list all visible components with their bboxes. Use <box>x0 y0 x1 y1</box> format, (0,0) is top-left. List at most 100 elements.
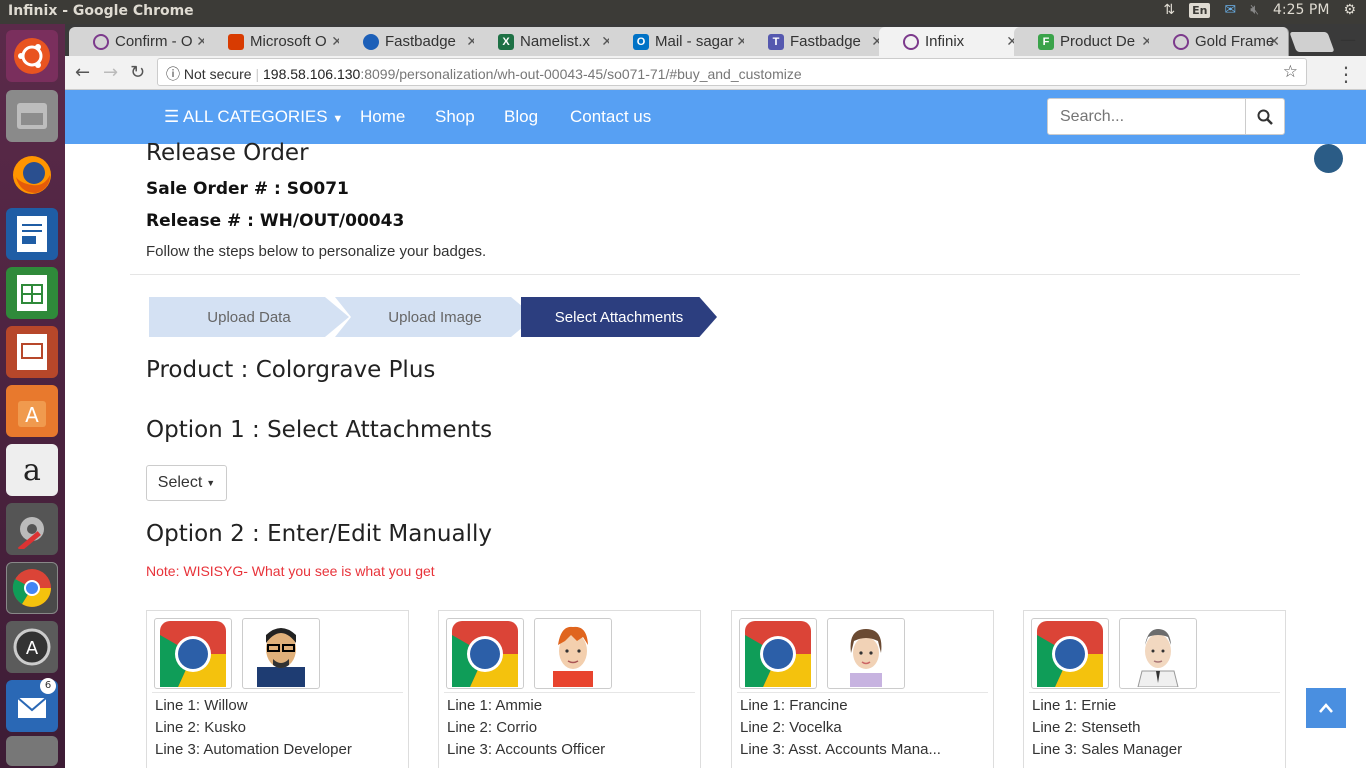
tab-fastbadge-1[interactable]: Fastbadge ✕ <box>339 27 487 56</box>
card-line-1[interactable]: Line 1: Ernie <box>1032 697 1272 714</box>
site-search <box>1047 98 1285 135</box>
nav-contact-link[interactable]: Contact us <box>570 107 651 127</box>
software-center-icon[interactable]: A <box>6 385 58 437</box>
unread-count-badge: 6 <box>40 678 56 694</box>
volume-muted-icon[interactable]: 🔇︎ <box>1250 2 1259 18</box>
card-line-1[interactable]: Line 1: Willow <box>155 697 395 714</box>
chrome-logo-image[interactable] <box>1031 618 1109 689</box>
card-divider <box>737 692 988 693</box>
outlook-icon: O <box>633 34 649 50</box>
line3-value: Asst. Accounts Mana... <box>788 741 941 758</box>
network-icon[interactable]: ⇅ <box>1163 2 1175 18</box>
badge-card[interactable]: Line 1: Ernie Line 2: Stenseth Line 3: S… <box>1023 610 1286 768</box>
firefox-icon[interactable] <box>6 149 58 201</box>
businessman-avatar[interactable] <box>1119 618 1197 689</box>
amazon-icon[interactable]: a <box>6 444 58 496</box>
tab-infinix[interactable]: Infinix ✕ <box>879 27 1027 56</box>
all-categories-dropdown[interactable]: ☰ ALL CATEGORIES ▼ <box>164 107 343 127</box>
tab-gold-frame[interactable]: Gold Frame ✕ <box>1149 27 1289 56</box>
new-tab-button[interactable] <box>1289 32 1335 52</box>
line2-value: Corrio <box>496 719 538 736</box>
nav-shop-link[interactable]: Shop <box>435 107 475 127</box>
card-line-3[interactable]: Line 3: Accounts Officer <box>447 741 687 758</box>
search-input[interactable] <box>1048 99 1246 134</box>
badge-card[interactable]: Line 1: Ammie Line 2: Corrio Line 3: Acc… <box>438 610 701 768</box>
libreoffice-impress-icon[interactable] <box>6 326 58 378</box>
step-select-attachments[interactable]: Select Attachments <box>521 297 717 337</box>
nav-home-link[interactable]: Home <box>360 107 405 127</box>
line1-value: Francine <box>789 697 848 714</box>
redhead-avatar[interactable] <box>534 618 612 689</box>
window-title: Infinix - Google Chrome <box>8 3 194 19</box>
chrome-logo-image[interactable] <box>739 618 817 689</box>
web-page: ☰ ALL CATEGORIES ▼ Home Shop Blog Contac… <box>65 90 1366 768</box>
floating-dot-button[interactable] <box>1314 144 1343 173</box>
scroll-to-top-button[interactable] <box>1306 688 1346 728</box>
card-line-3[interactable]: Line 3: Asst. Accounts Mana... <box>740 741 980 758</box>
attachments-select-dropdown[interactable]: Select ▼ <box>146 465 227 501</box>
menu-kebab-icon[interactable]: ⋮ <box>1336 62 1356 86</box>
tab-microsoft[interactable]: Microsoft O ✕ <box>204 27 352 56</box>
man-glasses-avatar[interactable] <box>242 618 320 689</box>
nav-blog-link[interactable]: Blog <box>504 107 538 127</box>
woman-avatar[interactable] <box>827 618 905 689</box>
mail-icon[interactable]: ✉ <box>1224 2 1236 18</box>
card-line-2[interactable]: Line 2: Corrio <box>447 719 687 736</box>
chrome-logo-image[interactable] <box>446 618 524 689</box>
search-button[interactable] <box>1245 99 1284 134</box>
keyboard-layout-indicator[interactable]: En <box>1189 2 1211 18</box>
sale-order-number: Sale Order # : SO071 <box>146 179 349 199</box>
tab-product[interactable]: F Product De ✕ <box>1014 27 1162 56</box>
card-line-1[interactable]: Line 1: Ammie <box>447 697 687 714</box>
url-path: :8099/personalization/wh-out-00043-45/so… <box>360 66 802 82</box>
line3-value: Accounts Officer <box>495 741 606 758</box>
card-line-2[interactable]: Line 2: Vocelka <box>740 719 980 736</box>
minimize-icon[interactable]: — <box>1340 30 1356 49</box>
release-order-heading: Release Order <box>146 140 309 166</box>
line2-value: Vocelka <box>789 719 842 736</box>
info-icon[interactable]: ⓘ <box>166 66 180 82</box>
address-bar[interactable]: ⓘ Not secure | 198.58.106.130:8099/perso… <box>157 58 1307 86</box>
chevron-up-icon <box>1319 703 1333 713</box>
ubuntu-dash-icon[interactable] <box>6 30 58 82</box>
files-icon[interactable] <box>6 90 58 142</box>
card-line-3[interactable]: Line 3: Sales Manager <box>1032 741 1272 758</box>
settings-gear-icon[interactable]: ⚙ <box>1343 2 1356 18</box>
chrome-logo-image[interactable] <box>154 618 232 689</box>
card-line-3[interactable]: Line 3: Automation Developer <box>155 741 395 758</box>
tab-confirm[interactable]: Confirm - O ✕ <box>69 27 217 56</box>
tab-fastbadge-2[interactable]: T Fastbadge ✕ <box>744 27 892 56</box>
step-upload-data[interactable]: Upload Data <box>149 297 349 337</box>
back-icon[interactable]: ← <box>75 62 90 83</box>
libreoffice-calc-icon[interactable] <box>6 267 58 319</box>
chrome-launcher-icon[interactable] <box>6 562 58 614</box>
reload-icon[interactable]: ↻ <box>130 62 145 83</box>
thunderbird-icon[interactable]: 6 <box>6 678 58 732</box>
card-line-2[interactable]: Line 2: Stenseth <box>1032 719 1272 736</box>
trash-icon[interactable] <box>6 736 58 766</box>
office-icon <box>228 34 244 50</box>
software-updater-icon[interactable]: A <box>6 621 58 673</box>
card-line-1[interactable]: Line 1: Francine <box>740 697 980 714</box>
teams-icon: T <box>768 34 784 50</box>
divider <box>130 274 1300 275</box>
browser-tab-strip: Confirm - O ✕ Microsoft O ✕ Fastbadge ✕ … <box>65 24 1366 56</box>
excel-icon: X <box>498 34 514 50</box>
libreoffice-writer-icon[interactable] <box>6 208 58 260</box>
tab-namelist[interactable]: X Namelist.x ✕ <box>474 27 622 56</box>
badge-card[interactable]: Line 1: Francine Line 2: Vocelka Line 3:… <box>731 610 994 768</box>
forward-icon[interactable]: → <box>103 62 118 83</box>
line2-label: Line 2: <box>1032 719 1078 736</box>
clock[interactable]: 4:25 PM <box>1273 2 1329 18</box>
url-host: 198.58.106.130 <box>263 66 361 82</box>
system-settings-icon[interactable] <box>6 503 58 555</box>
card-line-2[interactable]: Line 2: Kusko <box>155 719 395 736</box>
tab-mail[interactable]: O Mail - sagar ✕ <box>609 27 757 56</box>
hamburger-icon: ☰ <box>164 107 180 126</box>
browser-toolbar: ← → ↻ ⓘ Not secure | 198.58.106.130:8099… <box>65 56 1366 90</box>
step-upload-image[interactable]: Upload Image <box>335 297 535 337</box>
bookmark-star-icon[interactable]: ☆ <box>1283 62 1298 82</box>
tab-close-icon[interactable]: ✕ <box>1268 33 1280 50</box>
badge-card[interactable]: Line 1: Willow Line 2: Kusko Line 3: Aut… <box>146 610 409 768</box>
security-indicator[interactable]: Not secure <box>184 66 252 82</box>
